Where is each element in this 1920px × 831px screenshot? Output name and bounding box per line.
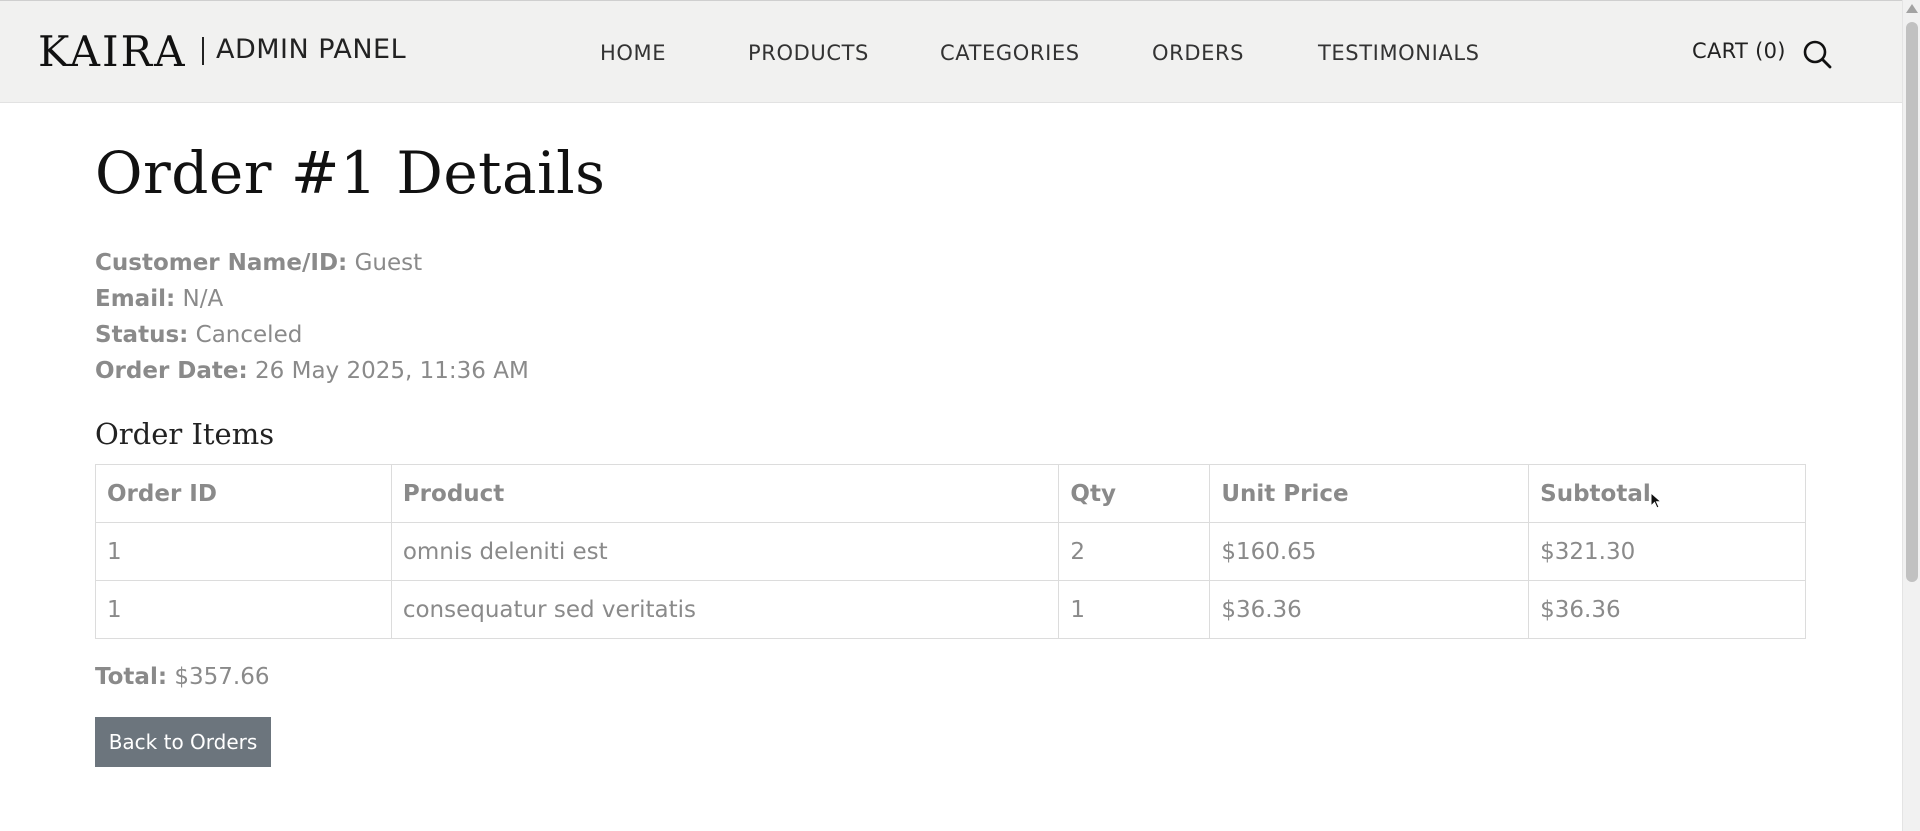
cell-subtotal: $36.36 <box>1528 580 1806 639</box>
logo-divider <box>202 37 204 65</box>
customer-value: Guest <box>354 250 423 276</box>
order-date-value: 26 May 2025, 11:36 AM <box>255 358 529 384</box>
order-items-table: Order ID Product Qty Unit Price Subtotal… <box>95 464 1806 639</box>
top-navbar: KAIRA ADMIN PANEL HOME PRODUCTS CATEGORI… <box>0 0 1902 103</box>
vertical-scrollbar[interactable] <box>1902 0 1920 831</box>
brand-logo[interactable]: KAIRA <box>38 29 187 75</box>
cell-order-id: 1 <box>95 522 392 581</box>
table-row: 1 consequatur sed veritatis 1 $36.36 $36… <box>95 580 1806 639</box>
page-title: Order #1 Details <box>95 139 606 207</box>
cell-product: omnis deleniti est <box>390 522 1060 581</box>
cell-product: consequatur sed veritatis <box>390 580 1060 639</box>
nav-item-testimonials[interactable]: TESTIMONIALS <box>1318 40 1480 66</box>
order-date-label: Order Date: <box>95 358 248 384</box>
mouse-cursor-icon <box>1650 492 1663 509</box>
total-label: Total: <box>95 664 168 690</box>
back-to-orders-button[interactable]: Back to Orders <box>95 717 271 767</box>
cell-subtotal: $321.30 <box>1528 522 1806 581</box>
order-date-detail: Order Date: 26 May 2025, 11:36 AM <box>95 353 529 389</box>
page: KAIRA ADMIN PANEL HOME PRODUCTS CATEGORI… <box>0 0 1920 831</box>
cell-order-id: 1 <box>95 580 392 639</box>
status-label: Status: <box>95 322 189 348</box>
scrollbar-thumb[interactable] <box>1906 22 1918 582</box>
nav-item-products[interactable]: PRODUCTS <box>748 40 869 66</box>
status-value: Canceled <box>195 322 303 348</box>
column-header-subtotal: Subtotal <box>1528 464 1806 523</box>
email-label: Email: <box>95 286 176 312</box>
order-total: Total: $357.66 <box>95 660 269 694</box>
cell-qty: 2 <box>1058 522 1211 581</box>
email-value: N/A <box>182 286 224 312</box>
admin-panel-label: ADMIN PANEL <box>216 34 407 65</box>
column-header-order-id: Order ID <box>95 464 392 523</box>
order-items-heading: Order Items <box>95 417 275 451</box>
column-header-product: Product <box>390 464 1060 523</box>
column-header-unit-price: Unit Price <box>1209 464 1530 523</box>
cell-unit-price: $160.65 <box>1209 522 1530 581</box>
cell-qty: 1 <box>1058 580 1211 639</box>
search-icon[interactable] <box>1802 39 1832 69</box>
table-row: 1 omnis deleniti est 2 $160.65 $321.30 <box>95 522 1806 581</box>
cell-unit-price: $36.36 <box>1209 580 1530 639</box>
scroll-up-arrow-icon[interactable] <box>1906 4 1918 13</box>
nav-item-categories[interactable]: CATEGORIES <box>940 40 1080 66</box>
cart-link[interactable]: CART (0) <box>1692 38 1786 64</box>
nav-item-orders[interactable]: ORDERS <box>1152 40 1244 66</box>
total-value: $357.66 <box>174 664 270 690</box>
column-header-qty: Qty <box>1058 464 1211 523</box>
email-detail: Email: N/A <box>95 281 529 317</box>
table-header-row: Order ID Product Qty Unit Price Subtotal <box>95 464 1806 523</box>
nav-item-home[interactable]: HOME <box>600 40 666 66</box>
customer-detail: Customer Name/ID: Guest <box>95 245 529 281</box>
order-details: Customer Name/ID: Guest Email: N/A Statu… <box>95 245 529 389</box>
status-detail: Status: Canceled <box>95 317 529 353</box>
customer-label: Customer Name/ID: <box>95 250 348 276</box>
